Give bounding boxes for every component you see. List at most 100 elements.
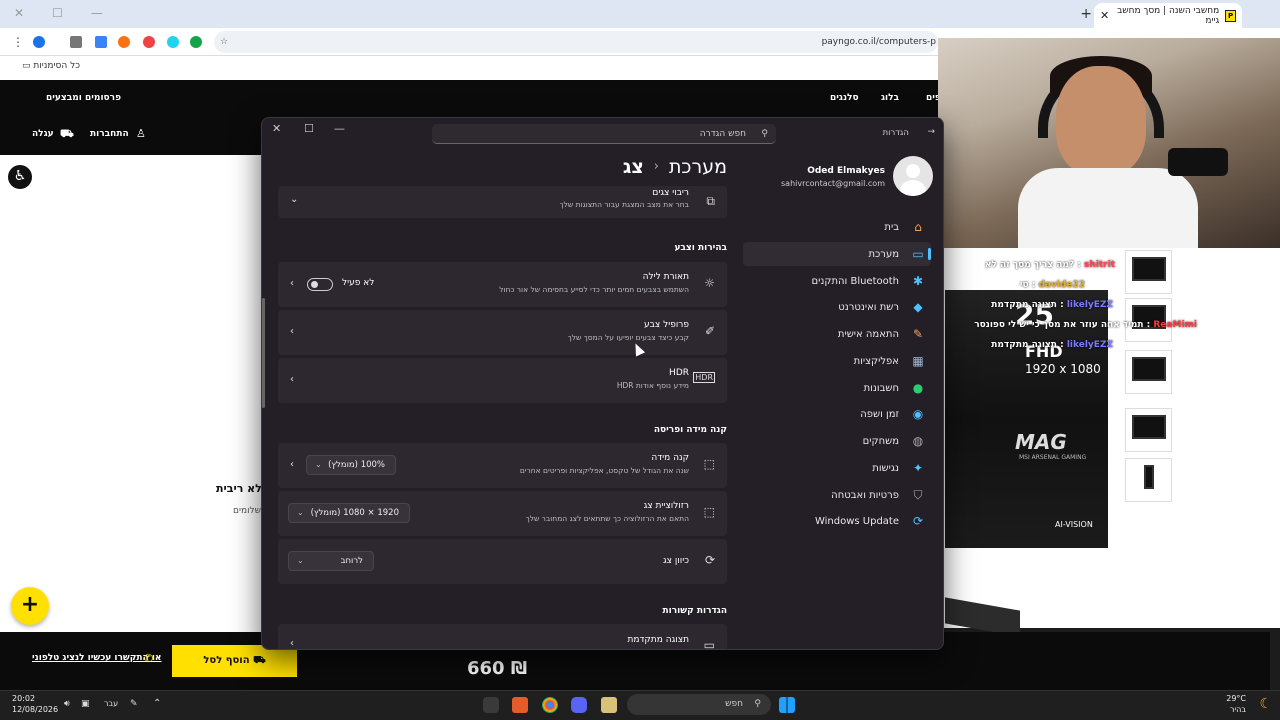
minimize-icon[interactable]: — — [91, 6, 103, 20]
night-light-row[interactable]: ☼ תאורת לילה השתמש בצבעים חמים יותר כדי … — [278, 262, 727, 307]
all-bookmarks-link[interactable]: ▭ כל הסימניות — [22, 61, 80, 71]
scrollbar[interactable] — [262, 298, 265, 408]
user-name: Oded Elmakyes — [807, 166, 885, 176]
multi-display-row[interactable]: ⧉ ריבוי צגים בחר את מצב המצגת עבור התצוג… — [278, 186, 727, 218]
row-title: ריבוי צגים — [652, 188, 689, 198]
nav-item-accessibility[interactable]: ✦ נגישות — [743, 456, 931, 480]
nav-item-label: רשת ואינטרנט — [838, 301, 899, 313]
nav-item-label: אפליקציות — [853, 355, 899, 367]
product-thumbnail[interactable] — [1125, 408, 1172, 452]
hdr-row[interactable]: HDR HDR מידע נוסף אודות HDR ‹ — [278, 358, 727, 403]
cart-link[interactable]: עגלה — [32, 129, 54, 139]
phone-cta-link[interactable]: או התקשרו עכשיו לנציג טלפוני — [32, 653, 162, 663]
new-tab-button[interactable]: + — [1080, 6, 1092, 22]
chevron-left-icon: ‹ — [290, 326, 294, 337]
taskbar-search-input[interactable]: חפש ⚲ — [627, 694, 771, 715]
extension-icon[interactable] — [70, 36, 82, 48]
volume-icon[interactable]: 🔊︎ — [64, 699, 70, 709]
shield-icon: ⛉ — [913, 487, 923, 502]
chevron-left-icon: ‹ — [290, 374, 294, 385]
row-title: HDR — [669, 368, 689, 378]
product-thumbnail[interactable] — [1125, 350, 1172, 394]
login-link[interactable]: התחברות — [90, 129, 129, 139]
site-nav-link[interactable]: סלנגים — [830, 93, 859, 103]
network-icon[interactable]: ▣ — [81, 699, 90, 709]
tab-search-icon[interactable] — [95, 36, 107, 48]
extension-icon[interactable] — [143, 36, 155, 48]
star-icon[interactable]: ☆ — [220, 37, 228, 47]
file-explorer-icon[interactable] — [601, 697, 617, 713]
resolution-dropdown[interactable]: 1920 × 1080 (מומלץ) ⌄ — [288, 503, 410, 523]
weather-widget[interactable]: 29°C בהיר — [1226, 693, 1246, 715]
nav-item-gamepad[interactable]: ◍ משחקים — [743, 429, 931, 453]
accessibility-icon[interactable]: ♿ — [8, 165, 32, 189]
nav-item-globe[interactable]: ◉ זמן ושפה — [743, 402, 931, 426]
profile-icon[interactable] — [33, 36, 45, 48]
extension-icon[interactable] — [118, 36, 130, 48]
nav-item-label: בית — [884, 221, 899, 233]
breadcrumb-parent[interactable]: מערכת — [669, 156, 727, 178]
section-heading: הגדרות קשורות — [662, 606, 727, 616]
nav-item-shield[interactable]: ⛉ פרטיות ואבטחה — [743, 483, 931, 507]
row-title: רזולוציית צג — [643, 501, 689, 511]
nav-item-brush[interactable]: ✎ התאמה אישית — [743, 322, 931, 346]
add-fab-button[interactable]: + — [11, 587, 49, 625]
pen-icon[interactable]: ✎ — [130, 699, 138, 709]
chrome-icon[interactable] — [542, 697, 558, 713]
night-light-toggle[interactable] — [307, 278, 333, 291]
app-icon[interactable] — [512, 697, 528, 713]
bluetooth-icon: ✱ — [912, 274, 924, 288]
maximize-icon[interactable]: ☐ — [52, 6, 63, 20]
scale-row[interactable]: ⬚ קנה מידה שנה את הגודל של טקסט, אפליקצי… — [278, 443, 727, 488]
site-nav-link[interactable]: בלוג — [881, 93, 899, 103]
nav-item-update[interactable]: ⟳ Windows Update — [743, 509, 931, 533]
browser-window-controls: ✕ ☐ — — [14, 6, 103, 20]
language-indicator[interactable]: עבר — [104, 699, 118, 708]
orientation-row[interactable]: ⟳ כיוון צג לרוחב ⌄ — [278, 539, 727, 584]
back-icon[interactable]: → — [927, 127, 935, 137]
wifi-icon: ◆ — [913, 300, 923, 314]
tab-close-icon[interactable]: ✕ — [1100, 9, 1109, 22]
nav-item-account[interactable]: ● חשבונות — [743, 376, 931, 400]
browser-tab[interactable]: P מחשבי השנה | מסך מחשב גיימ ✕ — [1094, 3, 1242, 28]
chevron-down-icon: ⌄ — [315, 460, 322, 469]
chevron-up-icon[interactable]: ⌃ — [153, 698, 161, 709]
search-icon: ⚲ — [754, 699, 761, 709]
nav-item-wifi[interactable]: ◆ רשת ואינטרנט — [743, 295, 931, 319]
address-bar[interactable]: ☆ payngo.co.il/computers-p — [214, 31, 938, 53]
nav-item-bluetooth[interactable]: ✱ Bluetooth והתקנים — [743, 269, 931, 293]
minimize-icon[interactable]: — — [334, 122, 345, 135]
banner-sub: MSI ARSENAL GAMING — [1019, 454, 1087, 461]
settings-app-icon[interactable] — [483, 697, 499, 713]
extension-icon[interactable] — [167, 36, 179, 48]
close-icon[interactable]: ✕ — [272, 122, 281, 135]
menu-icon[interactable]: ⋮ — [12, 35, 24, 49]
accessibility-icon: ✦ — [912, 461, 924, 475]
color-profile-row[interactable]: ✐ פרופיל צבע קבע כיצד צבעים יופיעו על המ… — [278, 310, 727, 355]
row-subtitle[interactable]: מידע נוסף אודות HDR — [617, 381, 689, 390]
orientation-dropdown[interactable]: לרוחב ⌄ — [288, 551, 374, 571]
advanced-display-row[interactable]: ▭ תצוגה מתקדמת ‹ — [278, 624, 727, 650]
stream-chat: מה צריך מסך זה לא? : shitrit טי : davide… — [945, 256, 1245, 356]
nav-item-apps[interactable]: ▦ אפליקציות — [743, 349, 931, 373]
avatar[interactable] — [893, 156, 933, 196]
extension-icon[interactable] — [190, 36, 202, 48]
discord-icon[interactable] — [571, 697, 587, 713]
start-icon[interactable] — [779, 697, 795, 713]
clock[interactable]: 20:02 12/08/2026 — [12, 693, 58, 715]
nav-item-home[interactable]: ⌂ בית — [743, 215, 931, 239]
chevron-left-icon: ‹ — [290, 459, 294, 470]
site-nav-link[interactable]: פרסומים ומבצעים — [46, 93, 121, 103]
url-text: payngo.co.il/computers-p — [821, 37, 936, 47]
scale-icon: ⬚ — [703, 457, 715, 471]
close-icon[interactable]: ✕ — [14, 6, 24, 20]
product-thumbnail[interactable] — [1125, 458, 1172, 502]
row-title: קנה מידה — [651, 453, 689, 463]
resolution-row[interactable]: ⬚ רזולוציית צג התאם את הרזולוציה כך שתתא… — [278, 491, 727, 536]
maximize-icon[interactable]: ☐ — [304, 122, 314, 135]
nav-item-monitor[interactable]: ▭ מערכת — [743, 242, 931, 266]
scale-dropdown[interactable]: 100% (מומלץ) ⌄ — [306, 455, 396, 475]
display-icon: ▭ — [703, 638, 715, 650]
weather-condition: בהיר — [1229, 705, 1246, 714]
settings-search-input[interactable]: ⚲ חפש הגדרה — [432, 124, 776, 144]
